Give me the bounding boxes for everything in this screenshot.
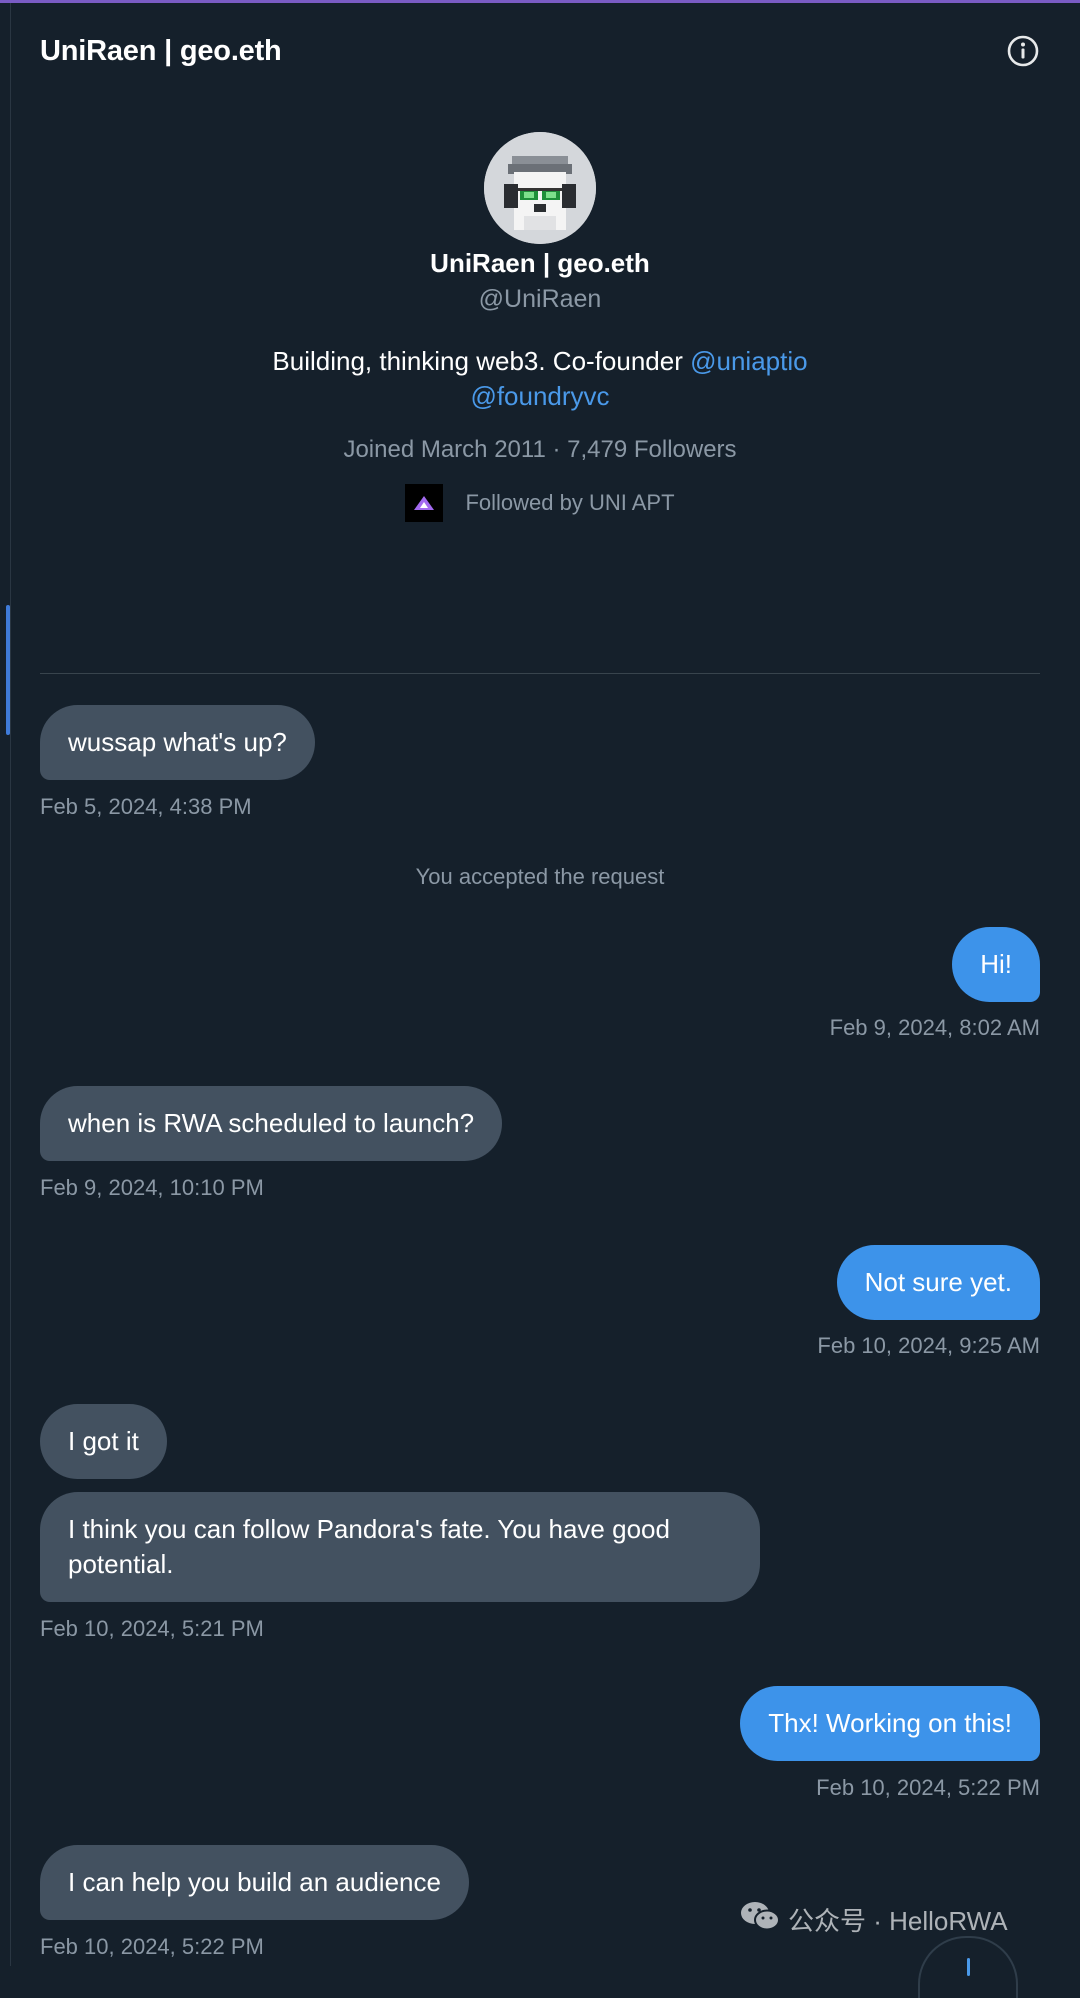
bio-link-foundryvc[interactable]: @foundryvc (470, 381, 609, 411)
message-timestamp: Feb 10, 2024, 5:22 PM (816, 1775, 1040, 1800)
scroll-indicator (6, 605, 10, 735)
avatar[interactable] (484, 132, 596, 244)
message-line: potential. (68, 1549, 174, 1579)
conversation-title: UniRaen | geo.eth (40, 34, 282, 67)
bio-link-uniaptio[interactable]: @uniaptio (690, 346, 807, 376)
message-timestamp: Feb 9, 2024, 8:02 AM (829, 1015, 1040, 1040)
message-bubble-outgoing[interactable]: Thx! Working on this! (740, 1686, 1040, 1761)
followed-by[interactable]: Followed by UNI APT (0, 484, 1080, 522)
watermark-text: 公众号 · HelloRWA (788, 1906, 1008, 1936)
conversation-header: UniRaen | geo.eth (40, 24, 1040, 78)
message-bubble-incoming[interactable]: I can help you build an audience (40, 1845, 469, 1920)
profile-bio: Building, thinking web3. Co-founder @uni… (220, 344, 860, 414)
followed-by-text: Followed by UNI APT (465, 490, 675, 515)
message-line: I think you can follow Pandora's fate. Y… (68, 1514, 670, 1544)
message-bubble-incoming[interactable]: when is RWA scheduled to launch? (40, 1086, 503, 1161)
message-bubble-outgoing[interactable]: Not sure yet. (836, 1245, 1040, 1320)
scroll-down-icon[interactable] (918, 1936, 1018, 1998)
message-bubble-incoming[interactable]: wussap what's up? (40, 705, 315, 780)
info-icon[interactable] (1006, 34, 1040, 68)
message-timestamp: Feb 10, 2024, 9:25 AM (817, 1333, 1040, 1358)
message-bubble-outgoing[interactable]: Hi! (952, 927, 1040, 1002)
window-top-border (0, 0, 1080, 3)
profile-name[interactable]: UniRaen | geo.eth (0, 248, 1080, 279)
system-message: You accepted the request (415, 864, 665, 889)
watermark: 公众号 · HelloRWA (740, 1900, 1008, 1939)
bio-text: Building, thinking web3. Co-founder (272, 346, 691, 376)
message-timestamp: Feb 10, 2024, 5:21 PM (40, 1616, 264, 1641)
profile-divider (40, 673, 1040, 674)
message-bubble-incoming[interactable]: I think you can follow Pandora's fate. Y… (40, 1492, 760, 1602)
follower-avatar (405, 484, 444, 522)
message-timestamp: Feb 10, 2024, 5:22 PM (40, 1934, 264, 1959)
message-bubble-incoming[interactable]: I got it (40, 1404, 167, 1479)
message-timestamp: Feb 5, 2024, 4:38 PM (40, 794, 252, 819)
profile-card: UniRaen | geo.eth @UniRaen Building, thi… (0, 132, 1080, 522)
wechat-icon (740, 1900, 780, 1939)
message-timestamp: Feb 9, 2024, 10:10 PM (40, 1175, 264, 1200)
profile-handle: @UniRaen (478, 285, 602, 313)
profile-meta: Joined March 2011 · 7,479 Followers (343, 436, 737, 463)
